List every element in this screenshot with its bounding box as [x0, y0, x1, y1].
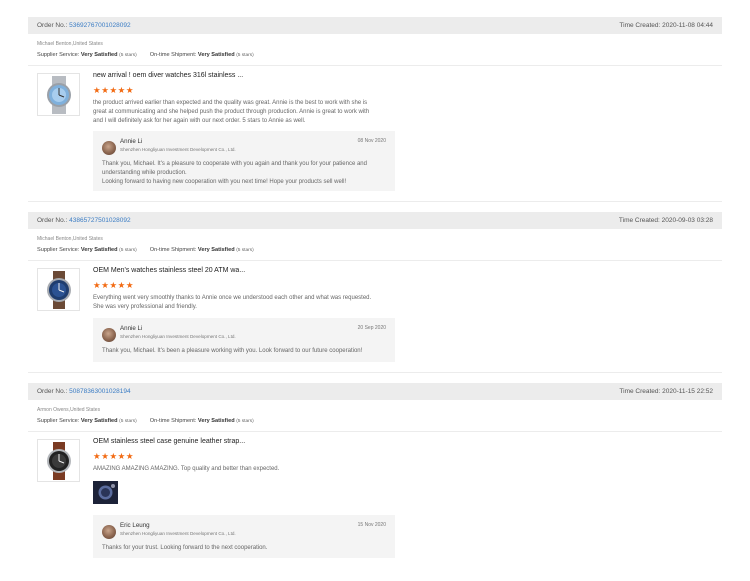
divider — [28, 431, 722, 432]
supplier-reply: Annie Li Shenzhen Hongliyuan Investment … — [93, 318, 395, 362]
supplier-service-stars: (5 stars) — [119, 419, 137, 424]
rating-summary: Supplier Service: Very Satisfied (5 star… — [37, 246, 722, 254]
rating-summary: Supplier Service: Very Satisfied (5 star… — [37, 417, 722, 425]
order-no-link[interactable]: 53692767001028092 — [69, 22, 130, 29]
time-created-label: Time Created: — [619, 22, 661, 29]
reply-company: Shenzhen Hongliyuan Investment Developme… — [120, 531, 236, 536]
star-rating: ★★★★★ — [93, 451, 135, 461]
order-no-label: Order No.: — [37, 22, 68, 29]
reply-company: Shenzhen Hongliyuan Investment Developme… — [120, 334, 236, 339]
time-created-value: 2020-11-08 04:44 — [662, 22, 713, 29]
order-bar: Order No.: 43865727501028092 Time Create… — [28, 212, 722, 229]
avatar — [102, 328, 116, 342]
review-card: Order No.: 43865727501028092 Time Create… — [28, 212, 722, 254]
product-title-link[interactable]: OEM stainless steel case genuine leather… — [93, 437, 375, 447]
product-thumbnail[interactable] — [37, 439, 80, 482]
reply-author-name: Annie Li — [120, 325, 143, 332]
review-content: OEM Men's watches stainless steel 20 ATM… — [93, 266, 375, 312]
buyer-info: Armon Owens,United States — [37, 407, 101, 413]
divider — [28, 260, 722, 261]
reply-text: Thanks for your trust. Looking forward t… — [102, 545, 268, 551]
avatar — [102, 141, 116, 155]
reply-author-name: Annie Li — [120, 138, 143, 145]
watch-photo-icon — [93, 481, 118, 504]
reply-text: Thank you, Michael. It's been a pleasure… — [102, 348, 363, 354]
review-card: Order No.: 53692767001028092 Time Create… — [28, 17, 722, 59]
supplier-reply: Annie Li Shenzhen Hongliyuan Investment … — [93, 131, 395, 191]
time-created-value: 2020-09-03 03:28 — [661, 217, 713, 224]
order-no-label: Order No.: — [37, 388, 68, 395]
review-card: Order No.: 50878363001028194 Time Create… — [28, 383, 722, 425]
order-no-label: Order No.: — [37, 217, 68, 224]
divider — [28, 372, 722, 373]
supplier-service-label: Supplier Service: — [37, 247, 80, 253]
order-bar: Order No.: 50878363001028194 Time Create… — [28, 383, 722, 400]
ontime-shipment-stars: (5 stars) — [236, 248, 254, 253]
ontime-shipment-stars: (5 stars) — [236, 53, 254, 58]
reply-author-name: Eric Leung — [120, 522, 150, 529]
divider — [28, 65, 722, 66]
product-thumbnail[interactable] — [37, 268, 80, 311]
supplier-service-value: Very Satisfied — [80, 418, 118, 424]
reply-date: 20 Sep 2020 — [357, 325, 386, 331]
review-photo[interactable] — [93, 481, 118, 504]
product-title-link[interactable]: OEM Men's watches stainless steel 20 ATM… — [93, 266, 375, 276]
supplier-reply: Eric Leung Shenzhen Hongliyuan Investmen… — [93, 515, 395, 558]
supplier-service-value: Very Satisfied — [80, 247, 118, 253]
diver-watch-icon — [46, 75, 71, 114]
supplier-service-label: Supplier Service: — [37, 52, 80, 58]
supplier-service-stars: (5 stars) — [119, 248, 137, 253]
review-text: the product arrived earlier than expecte… — [93, 100, 370, 125]
leather-watch-icon — [46, 270, 71, 309]
reply-text: Thank you, Michael. It's a pleasure to c… — [102, 161, 367, 186]
reply-date: 08 Nov 2020 — [357, 138, 386, 144]
order-no-link[interactable]: 43865727501028092 — [69, 217, 130, 224]
order-bar: Order No.: 53692767001028092 Time Create… — [28, 17, 722, 34]
ontime-shipment-value: Very Satisfied — [197, 247, 235, 253]
buyer-info: Michael Benton,United States — [37, 236, 103, 242]
ontime-shipment-value: Very Satisfied — [197, 418, 235, 424]
order-no-link[interactable]: 50878363001028194 — [69, 388, 130, 395]
ontime-shipment-value: Very Satisfied — [197, 52, 235, 58]
review-text: AMAZING AMAZING AMAZING. Top quality and… — [93, 466, 280, 472]
avatar — [102, 525, 116, 539]
leather-watch-icon — [46, 441, 71, 480]
review-text: Everything went very smoothly thanks to … — [93, 295, 372, 311]
product-thumbnail[interactable] — [37, 73, 80, 116]
supplier-service-label: Supplier Service: — [37, 418, 80, 424]
rating-summary: Supplier Service: Very Satisfied (5 star… — [37, 51, 722, 59]
star-rating: ★★★★★ — [93, 280, 135, 290]
product-title-link[interactable]: new arrival ! oem diver watches 316l sta… — [93, 71, 375, 81]
time-created-value: 2020-11-15 22:52 — [662, 388, 713, 395]
supplier-service-stars: (5 stars) — [119, 53, 137, 58]
review-content: new arrival ! oem diver watches 316l sta… — [93, 71, 375, 127]
reply-company: Shenzhen Hongliyuan Investment Developme… — [120, 147, 236, 152]
star-rating: ★★★★★ — [93, 85, 135, 95]
time-created-label: Time Created: — [618, 217, 660, 224]
time-created-label: Time Created: — [619, 388, 661, 395]
ontime-shipment-label: On-time Shipment: — [149, 52, 197, 58]
review-content: OEM stainless steel case genuine leather… — [93, 437, 375, 474]
buyer-info: Michael Benton,United States — [37, 41, 103, 47]
divider — [28, 201, 722, 202]
reply-date: 15 Nov 2020 — [357, 522, 386, 528]
ontime-shipment-label: On-time Shipment: — [149, 418, 197, 424]
supplier-service-value: Very Satisfied — [80, 52, 118, 58]
ontime-shipment-label: On-time Shipment: — [149, 247, 197, 253]
ontime-shipment-stars: (5 stars) — [236, 419, 254, 424]
